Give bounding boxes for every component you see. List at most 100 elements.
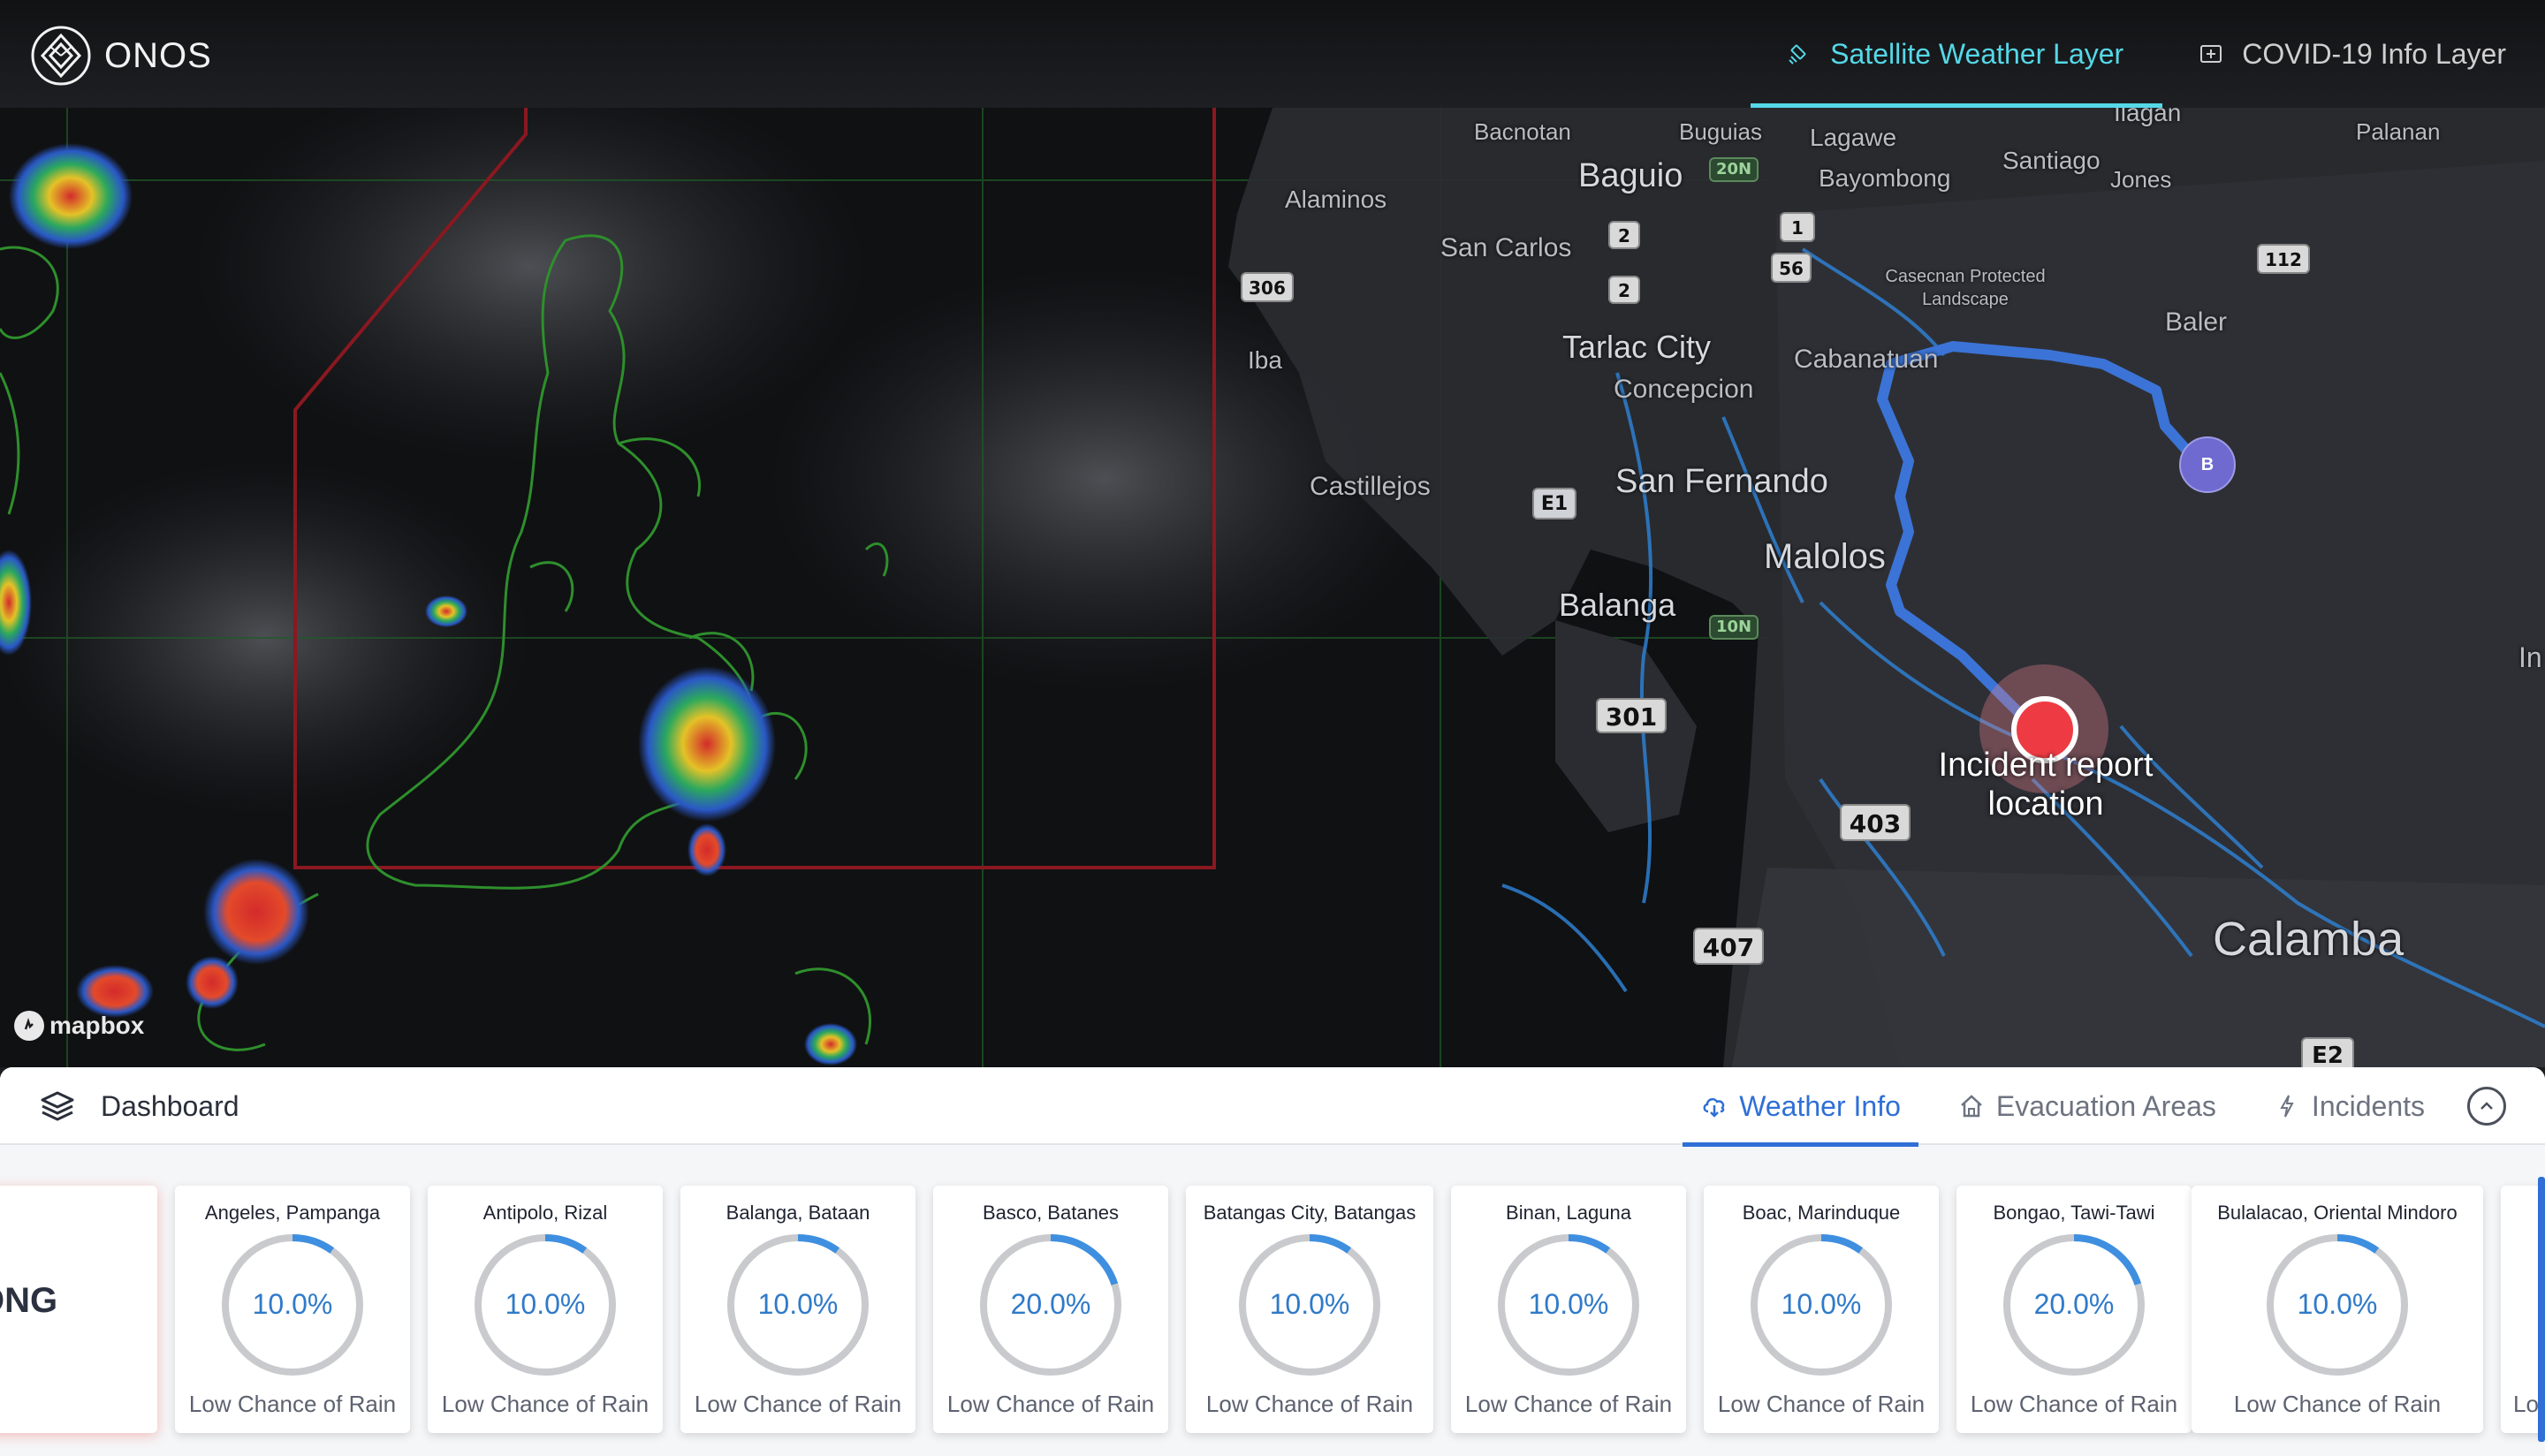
route-shield-20n: 20N (1709, 157, 1759, 182)
route-shield-407: 407 (1693, 928, 1764, 965)
tab-satellite-weather-layer[interactable]: Satellite Weather Layer (1751, 0, 2163, 108)
tab-evacuation-areas[interactable]: Evacuation Areas (1940, 1067, 2234, 1145)
map-label-in: In (2518, 641, 2542, 673)
map-label-santiago: Santiago (2002, 147, 2101, 174)
weather-card-city: Balanga, Bataan (726, 1202, 870, 1224)
rain-chance-description: Low Chance of Rain (946, 1391, 1155, 1417)
tab-label: Satellite Weather Layer (1830, 37, 2124, 70)
map-label-balanga: Balanga (1559, 587, 1676, 623)
rain-chance-description: Low Chance of Rain (1464, 1391, 1673, 1417)
tab-weather-info[interactable]: Weather Info (1683, 1067, 1918, 1147)
covid-info-icon (2200, 45, 2222, 63)
map-label-palanan: Palanan (2356, 118, 2441, 145)
weather-card[interactable]: Bulalacao, Oriental Mindoro 10.0% Low Chan… (2192, 1186, 2483, 1433)
map-label-baguio: Baguio (1578, 157, 1683, 194)
map-canvas[interactable]: Bacnotan Buguias Lagawe Ilagan Palanan B… (0, 108, 2545, 1067)
dashboard-header: Dashboard Weather Info Evacuation Areas (0, 1067, 2545, 1147)
weather-card-city: Antipolo, Rizal (482, 1202, 608, 1224)
rain-chance-percent: 10.0% (1269, 1288, 1350, 1320)
weather-card[interactable]: Bongao, Tawi-Tawi 20.0% Low Chance of Rain (1956, 1186, 2192, 1433)
tab-label: Incidents (2311, 1089, 2425, 1122)
map-label-bayombong: Bayombong (1819, 164, 1951, 192)
weather-card-city: Basco, Batanes (982, 1202, 1120, 1224)
layers-icon (41, 1091, 74, 1121)
map-label-san-carlos: San Carlos (1440, 233, 1572, 262)
dashboard-title: Dashboard (39, 1067, 239, 1145)
map-label-jones: Jones (2110, 166, 2172, 193)
map-label-calamba: Calamba (2213, 913, 2404, 966)
rain-chance-description: Low Chance of Rain (1205, 1391, 1414, 1417)
tab-incidents[interactable]: Incidents (2255, 1067, 2442, 1145)
route-shield-301: 301 (1596, 698, 1667, 733)
map-label-malolos: Malolos (1764, 537, 1886, 576)
weather-card[interactable]: Batangas City, Batangas 10.0% Low Chance o… (1186, 1186, 1433, 1433)
mapbox-attribution[interactable]: mapbox (14, 1011, 144, 1041)
weather-card-city: Batangas City, Batangas (1203, 1202, 1417, 1224)
map-label-ilagan: Ilagan (2114, 108, 2182, 126)
weather-card[interactable]: Balanga, Bataan 10.0% Low Chance of Rain (680, 1186, 915, 1433)
weather-card-city: Binan, Laguna (1506, 1202, 1631, 1224)
featured-city-card[interactable]: ONG (0, 1186, 157, 1433)
map-label-buguias: Buguias (1679, 118, 1762, 145)
map-label-concepcion: Concepcion (1614, 375, 1754, 404)
carousel-scrollbar[interactable] (2538, 1177, 2545, 1442)
weather-card[interactable]: Basco, Batanes 20.0% Low Chance of Rain (933, 1186, 1168, 1433)
route-shield-2a: 2 (1608, 221, 1640, 249)
rain-chance-percent: 10.0% (757, 1288, 839, 1320)
map-label-lagawe: Lagawe (1810, 124, 1897, 151)
map-label-baler: Baler (2165, 307, 2228, 337)
route-shield-112: 112 (2257, 244, 2310, 274)
rain-chance-percent: 10.0% (1528, 1288, 1609, 1320)
route-shield-2b: 2 (1608, 276, 1640, 304)
map-label-bacnotan: Bacnotan (1474, 118, 1571, 145)
rain-chance-percent: 10.0% (252, 1288, 333, 1320)
base-map (1228, 108, 2545, 1067)
tab-label: COVID-19 Info Layer (2242, 37, 2506, 70)
route-shield-e2: E2 (2301, 1037, 2354, 1067)
house-icon (1961, 1095, 1982, 1118)
rain-chance-description: Low Chance of Rain (1970, 1391, 2178, 1417)
collapse-dashboard-button[interactable] (2467, 1087, 2506, 1126)
mapbox-logo-icon (14, 1011, 44, 1041)
weather-card[interactable]: Boac, Marinduque 10.0% Low Chance of Rain (1704, 1186, 1939, 1433)
dashboard-title-text: Dashboard (101, 1089, 239, 1122)
featured-city-text: ONG (0, 1281, 58, 1320)
rain-chance-percent: 10.0% (505, 1288, 586, 1320)
tab-covid-info-layer[interactable]: COVID-19 Info Layer (2162, 0, 2545, 108)
route-shield-306: 306 (1241, 272, 1294, 302)
app-logo[interactable]: ONOS (30, 25, 212, 87)
dashboard-panel: Dashboard Weather Info Evacuation Areas (0, 1067, 2545, 1456)
incident-marker-label: Incident report location (1938, 747, 2154, 823)
map-label-san-fernando: San Fernando (1615, 463, 1828, 500)
mapbox-text: mapbox (49, 1012, 145, 1039)
map-label-castillejos: Castillejos (1310, 472, 1431, 501)
tab-label: Weather Info (1739, 1089, 1901, 1122)
rain-chance-percent: 20.0% (1010, 1288, 1091, 1320)
weather-card-city: Bulalacao, Oriental Mindoro (2217, 1202, 2458, 1224)
rain-chance-description: Low Chance of Rain (1717, 1391, 1926, 1417)
weather-card-city: Angeles, Pampanga (204, 1202, 381, 1224)
chevron-up-icon (2480, 1102, 2493, 1110)
satellite-icon (1789, 44, 1806, 64)
weather-card[interactable]: Binan, Laguna 10.0% Low Chance of Rain (1451, 1186, 1686, 1433)
rain-chance-percent: 10.0% (1781, 1288, 1862, 1320)
weather-card-city: Boac, Marinduque (1742, 1202, 1901, 1224)
route-shield-e1: E1 (1532, 488, 1576, 519)
map-label-casecnan: Casecnan Protected Landscape (1885, 267, 2046, 309)
top-navbar: ONOS Satellite Weather Layer COVID-19 In… (0, 0, 2545, 108)
weather-cards-carousel[interactable]: ONG Angeles, Pampanga 10.0% Low Chance of … (0, 1177, 2545, 1433)
weather-card[interactable]: Antipolo, Rizal 10.0% Low Chance of Rain (428, 1186, 663, 1433)
destination-marker-b[interactable]: B (2179, 436, 2236, 493)
layer-tabs: Satellite Weather Layer COVID-19 Info La… (1751, 0, 2545, 108)
weather-card[interactable]: Angeles, Pampanga 10.0% Low Chance of Rain (175, 1186, 410, 1433)
onos-logo-icon (31, 26, 91, 86)
cloud-download-icon (1703, 1097, 1725, 1118)
map-label-iba: Iba (1248, 346, 1282, 374)
rain-chance-description: Low Chance of Rain (2233, 1391, 2442, 1417)
weather-card-city: Bongao, Tawi-Tawi (1993, 1202, 2155, 1224)
rain-chance-description: Low Chance of Rain (188, 1391, 397, 1417)
dashboard-tabs: Weather Info Evacuation Areas Incidents (1683, 1067, 2545, 1147)
app-name: ONOS (104, 35, 212, 75)
route-shield-56: 56 (1771, 253, 1812, 283)
tab-label: Evacuation Areas (1995, 1089, 2216, 1122)
